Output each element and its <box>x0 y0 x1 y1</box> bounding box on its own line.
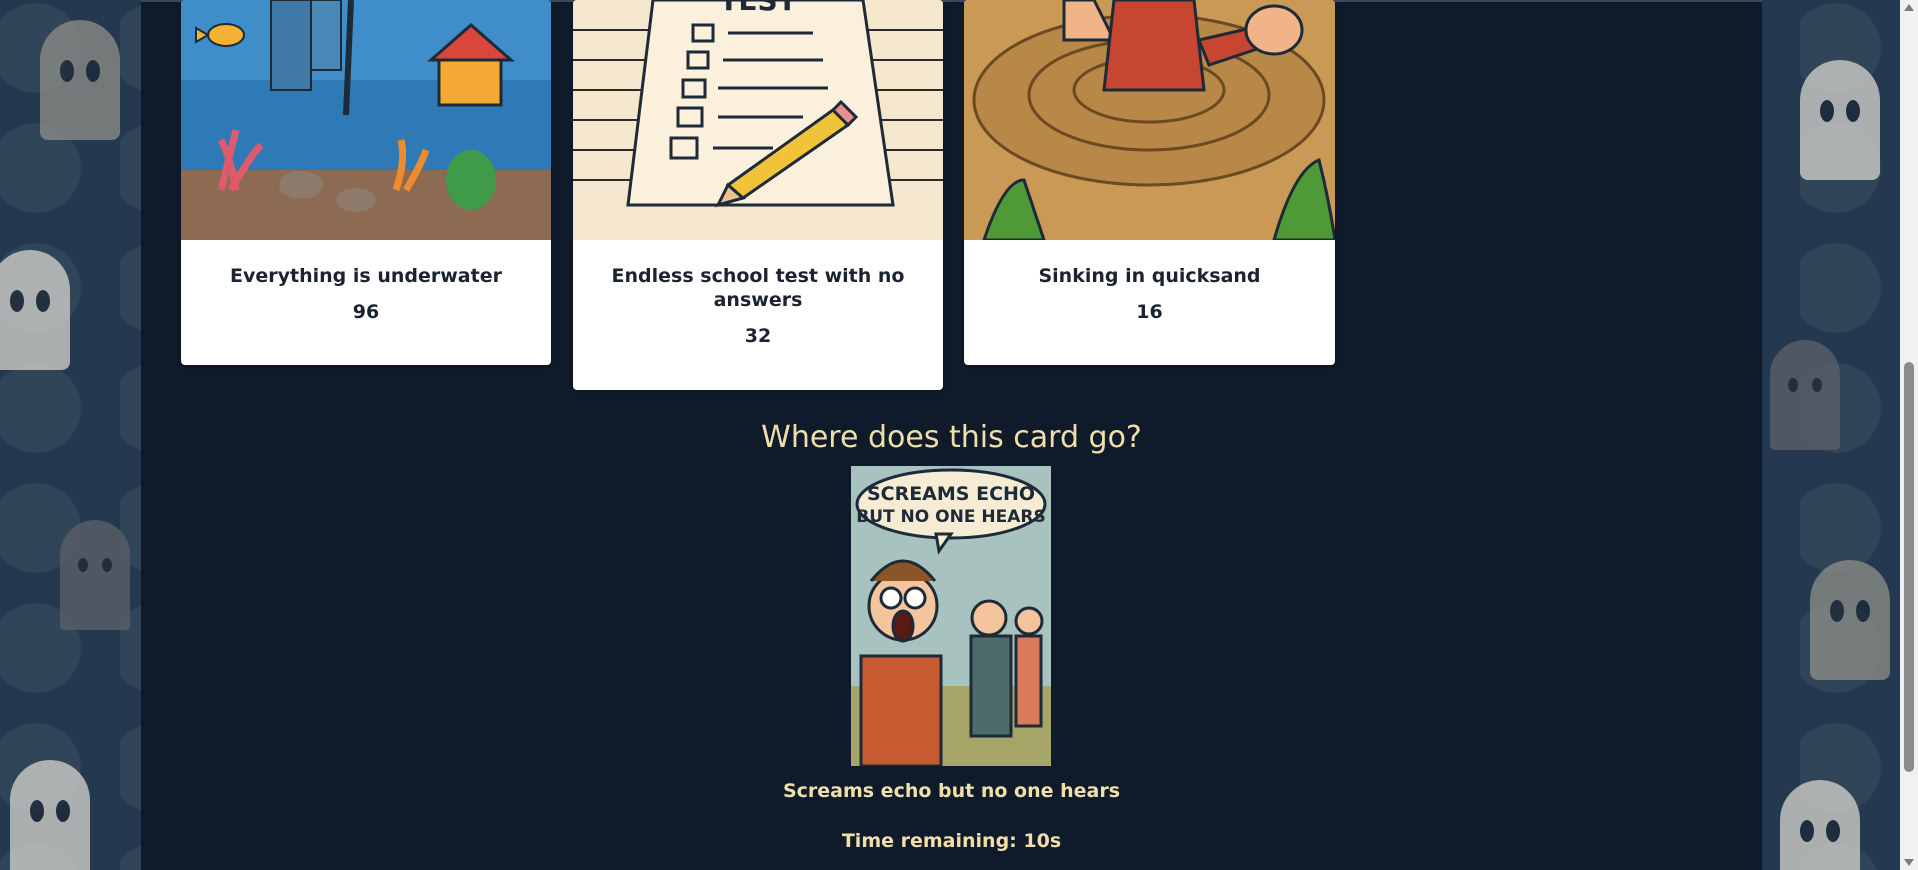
test-sheet-word: TEST <box>719 0 797 17</box>
dream-card-underwater[interactable]: Everything is underwater 96 <box>181 0 551 365</box>
ghost-decoration <box>40 20 120 140</box>
ghost-decoration <box>10 760 90 870</box>
svg-text:BUT NO ONE HEARS: BUT NO ONE HEARS <box>856 507 1045 527</box>
dream-card-quicksand[interactable]: Sinking in quicksand 16 <box>964 0 1335 365</box>
tombstone-decoration <box>1770 340 1840 450</box>
ghost-decoration <box>1800 60 1880 180</box>
card-vote-count: 96 <box>352 301 380 323</box>
tombstone-decoration <box>60 520 130 630</box>
current-card-caption: Screams echo but no one hears <box>782 780 1121 802</box>
page-scrollbar[interactable] <box>1900 0 1918 870</box>
ghost-decoration <box>1810 560 1890 680</box>
card-image-underwater <box>181 0 551 240</box>
card-vote-count: 32 <box>744 325 772 347</box>
prompt-question: Where does this card go? <box>761 420 1142 455</box>
dream-card-school-test[interactable]: TEST Endless school test with no answers… <box>573 0 943 390</box>
card-speech-text: SCREAMS ECHO <box>867 483 1035 505</box>
card-image-quicksand <box>964 0 1335 240</box>
current-card[interactable]: SCREAMS ECHO BUT NO ONE HEARS <box>851 466 1051 766</box>
scroll-down-arrow-icon[interactable] <box>1904 859 1914 866</box>
scrollbar-thumb[interactable] <box>1904 362 1914 772</box>
card-vote-count: 16 <box>1136 301 1163 323</box>
time-remaining: Time remaining: 10s <box>841 830 1062 852</box>
card-title: Sinking in quicksand <box>1038 265 1261 287</box>
card-image-school-test: TEST <box>573 0 943 240</box>
game-panel: Everything is underwater 96 TEST Endless… <box>141 0 1762 870</box>
scroll-up-arrow-icon[interactable] <box>1904 4 1914 11</box>
ghost-decoration <box>1780 780 1860 870</box>
card-title: Everything is underwater <box>230 265 502 287</box>
ghost-decoration <box>0 250 70 370</box>
card-title: Endless school test with no answers <box>611 265 905 311</box>
